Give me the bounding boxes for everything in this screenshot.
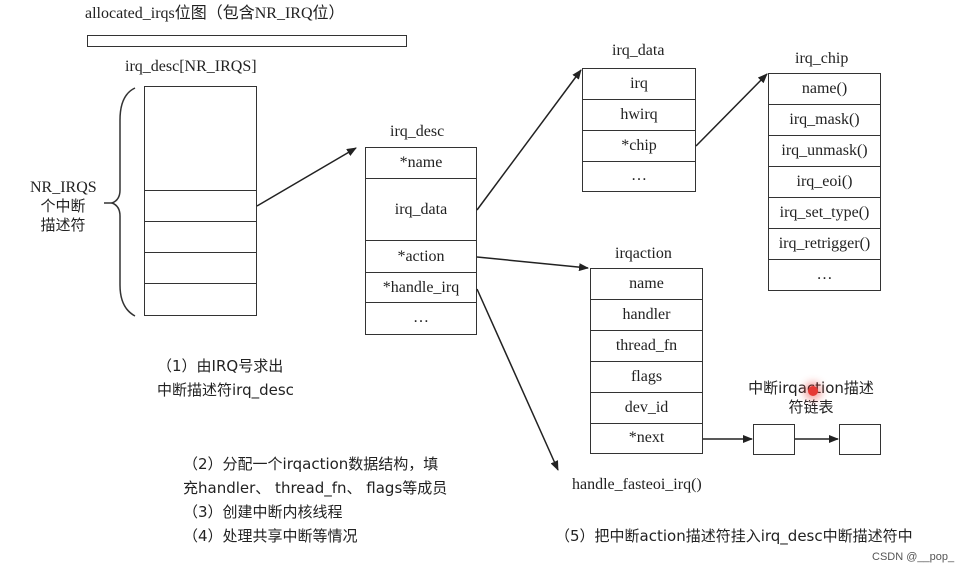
irq-diagram: allocated_irqs位图（包含NR_IRQ位） irq_desc[NR_… [0, 0, 967, 574]
arrow-irq-data [476, 69, 582, 211]
arrow-array-to-irq-desc [256, 147, 357, 207]
connectors [104, 69, 839, 471]
arrow-handle-irq [476, 288, 559, 471]
arrow-chip [695, 73, 768, 147]
arrow-action [476, 256, 589, 272]
brace [109, 87, 136, 317]
